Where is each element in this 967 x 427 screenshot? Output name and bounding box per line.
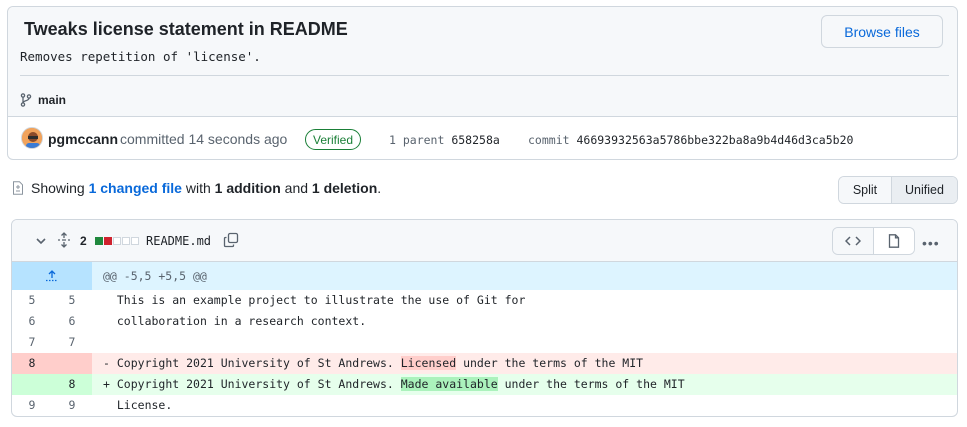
chevron-down-icon[interactable] <box>34 234 48 248</box>
branch-indicator[interactable]: main <box>20 93 66 107</box>
file-view-buttons <box>832 227 915 255</box>
new-line-number[interactable]: 6 <box>52 311 92 332</box>
code-text: License. <box>116 398 173 412</box>
commit-sha: 46693932563a5786bbe322ba8a9b4d46d3ca5b20 <box>576 133 854 147</box>
code-text-after: under the terms of the MIT <box>456 356 644 370</box>
commit-description: Removes repetition of 'license'. <box>20 49 261 64</box>
word-highlight: Licensed <box>400 356 457 370</box>
old-line-number[interactable] <box>12 374 52 395</box>
diff-lines: @@ -5,5 +5,5 @@ 55 This is an example pr… <box>12 262 957 416</box>
commit-label: commit <box>528 133 570 147</box>
file-diff: 2 README.md ••• @@ -5,5 +5,5 @@ 5 5 This… <box>11 219 958 417</box>
showing-text: Showing <box>31 180 85 196</box>
diff-sign <box>103 314 110 328</box>
new-line-number[interactable]: 8 <box>52 374 92 395</box>
diff-line-context: 55 This is an example project to illustr… <box>12 290 957 311</box>
split-view-button[interactable]: Split <box>839 177 891 203</box>
old-line-number[interactable]: 6 <box>12 311 52 332</box>
line-code: - Copyright 2021 University of St Andrew… <box>92 353 957 374</box>
new-line-number[interactable]: 5 <box>52 290 92 311</box>
commit-time: committed 14 seconds ago <box>120 131 288 147</box>
change-count: 2 <box>80 234 87 248</box>
hunk-header-text: @@ -5,5 +5,5 @@ <box>103 269 207 283</box>
code-icon <box>845 236 861 246</box>
copy-icon[interactable] <box>223 232 239 248</box>
unfold-icon[interactable] <box>57 232 71 248</box>
file-icon <box>888 234 900 248</box>
commit-header: Tweaks license statement in README Remov… <box>7 6 958 160</box>
diff-sign: - <box>103 356 110 370</box>
unified-view-button[interactable]: Unified <box>891 177 957 203</box>
line-code: + Copyright 2021 University of St Andrew… <box>92 374 957 395</box>
line-code: This is an example project to illustrate… <box>92 290 957 311</box>
period-text: . <box>377 180 382 196</box>
file-diff-icon <box>13 181 23 195</box>
diff-line-context: 77 <box>12 332 957 353</box>
diff-summary: Showing 1 changed file with 1 addition a… <box>12 180 381 196</box>
old-line-number[interactable]: 7 <box>12 332 52 353</box>
diff-sign <box>103 293 110 307</box>
diffstat-block-gray <box>131 237 139 245</box>
new-line-number[interactable]: 7 <box>52 332 92 353</box>
divider <box>20 75 949 76</box>
hunk-header-row: @@ -5,5 +5,5 @@ <box>12 262 957 290</box>
diff-line-add: 8 + Copyright 2021 University of St Andre… <box>12 374 957 395</box>
line-code: License. <box>92 395 957 416</box>
author-name[interactable]: pgmccann <box>48 131 118 147</box>
new-line-number[interactable] <box>52 353 92 374</box>
old-line-number[interactable]: 5 <box>12 290 52 311</box>
expand-up-button[interactable] <box>12 262 92 290</box>
deletions-count: 1 deletion <box>311 180 378 196</box>
expand-up-icon <box>46 270 58 282</box>
diffstat-block-gray <box>122 237 130 245</box>
old-line-number[interactable]: 9 <box>12 395 52 416</box>
changed-files-link[interactable]: 1 changed file <box>89 180 182 196</box>
diffstat-block-red <box>104 237 112 245</box>
more-options-icon[interactable]: ••• <box>922 235 940 251</box>
file-header: 2 README.md ••• <box>12 220 957 262</box>
code-text: This is an example project to illustrate… <box>116 293 526 307</box>
verified-badge[interactable]: Verified <box>305 129 362 150</box>
diff-view-toggle: Split Unified <box>838 176 958 204</box>
line-code: collaboration in a research context. <box>92 311 957 332</box>
code-text: Copyright 2021 University of St Andrews. <box>116 377 401 391</box>
commit-meta-row: pgmccann committed 14 seconds ago Verifi… <box>8 118 957 160</box>
diffstat-blocks <box>95 237 139 245</box>
commit-title: Tweaks license statement in README <box>24 19 348 39</box>
commit-sha-info: commit 46693932563a5786bbe322ba8a9b4d46d… <box>528 133 853 147</box>
commit-summary-panel: Tweaks license statement in README Remov… <box>8 7 957 117</box>
code-text: collaboration in a research context. <box>116 314 367 328</box>
browse-files-button[interactable]: Browse files <box>821 15 943 48</box>
new-line-number[interactable]: 9 <box>52 395 92 416</box>
and-text: and <box>284 180 309 196</box>
with-text: with <box>185 180 211 196</box>
diff-line-context: 66 collaboration in a research context. <box>12 311 957 332</box>
code-text: Copyright 2021 University of St Andrews. <box>116 356 401 370</box>
file-name[interactable]: README.md <box>146 234 211 248</box>
old-line-number[interactable]: 8 <box>12 353 52 374</box>
parent-label: 1 parent <box>389 133 445 147</box>
diff-sign <box>103 398 110 412</box>
git-branch-icon <box>20 93 32 107</box>
diff-line-del: 8 - Copyright 2021 University of St Andre… <box>12 353 957 374</box>
line-code <box>92 332 957 353</box>
avatar[interactable] <box>21 127 43 149</box>
parent-info: 1 parent 658258a <box>389 133 500 147</box>
code-view-button[interactable] <box>833 228 873 254</box>
code-text-after: under the terms of the MIT <box>497 377 685 391</box>
diff-sign: + <box>103 377 110 391</box>
parent-sha-link[interactable]: 658258a <box>451 133 499 147</box>
diff-line-context: 99 License. <box>12 395 957 416</box>
diffstat-block-gray <box>113 237 121 245</box>
diff-sign <box>103 335 110 349</box>
branch-name: main <box>38 93 67 107</box>
word-highlight: Made available <box>400 377 498 391</box>
rich-view-button[interactable] <box>873 228 914 254</box>
diffstat-block-green <box>95 237 103 245</box>
additions-count: 1 addition <box>214 180 281 196</box>
